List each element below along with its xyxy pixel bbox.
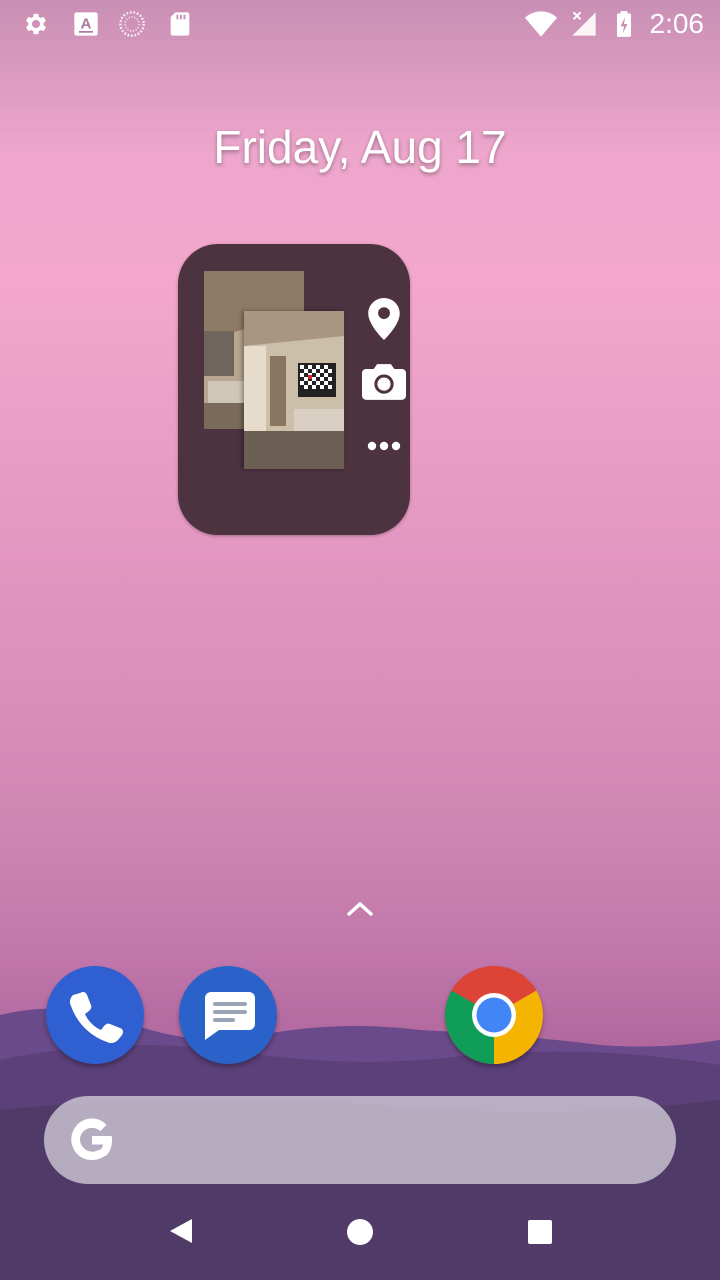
message-bubble-icon — [205, 992, 255, 1040]
app-drawer-arrow-icon[interactable] — [344, 896, 376, 920]
font-a-icon: A — [74, 12, 98, 36]
battery-charging-icon — [617, 11, 631, 37]
camera-icon[interactable] — [362, 364, 406, 400]
sync-spinner-icon — [119, 11, 145, 37]
svg-text:A: A — [81, 16, 92, 33]
google-g-icon — [71, 1118, 112, 1161]
status-time: 2:06 — [649, 8, 705, 39]
recents-button[interactable] — [527, 1219, 553, 1245]
cell-signal-no-data-icon — [572, 11, 596, 36]
chrome-app-icon[interactable] — [445, 966, 543, 1064]
wifi-icon — [524, 11, 558, 37]
photo-widget[interactable] — [178, 244, 410, 535]
home-button[interactable] — [346, 1218, 374, 1246]
chrome-logo-icon — [445, 966, 543, 1064]
date-label[interactable]: Friday, Aug 17 — [0, 120, 720, 174]
google-search-bar[interactable] — [44, 1096, 676, 1184]
phone-app-icon[interactable] — [46, 966, 144, 1064]
phone-handset-icon — [69, 991, 124, 1044]
settings-gear-icon — [25, 13, 47, 35]
sd-card-icon — [170, 12, 190, 36]
more-dots-icon[interactable] — [366, 438, 402, 454]
location-pin-icon[interactable] — [368, 298, 400, 340]
status-bar: A 2:06 — [0, 0, 720, 48]
widget-photo-front[interactable] — [244, 311, 344, 469]
messages-app-icon[interactable] — [179, 966, 277, 1064]
living-room-photo-image — [244, 311, 344, 469]
back-button[interactable] — [166, 1216, 196, 1246]
